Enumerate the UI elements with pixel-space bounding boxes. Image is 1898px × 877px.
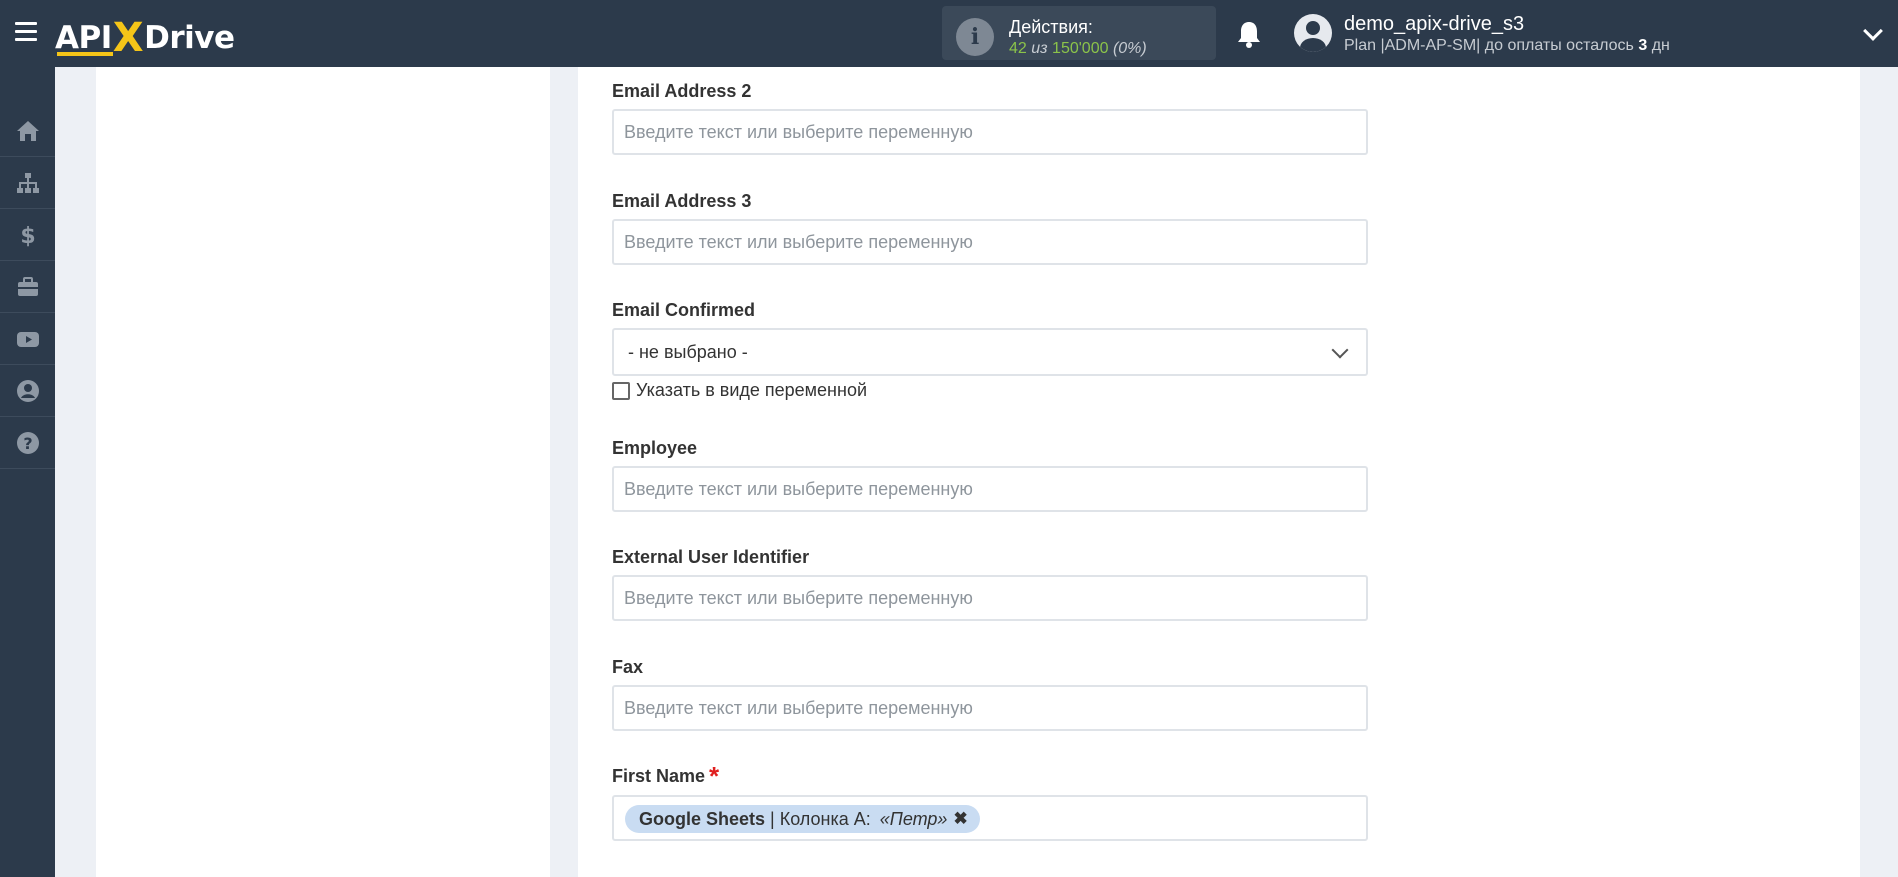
actions-count: 42 из 150'000 (0%) [1009, 40, 1147, 58]
select-value: - не выбрано - [628, 342, 748, 362]
external-user-identifier-input[interactable] [612, 575, 1368, 621]
actions-of: из [1031, 40, 1048, 57]
email-address-2-input[interactable] [612, 109, 1368, 155]
tag-value: «Петр» [879, 808, 948, 829]
apix-drive-logo[interactable]: API X Drive [55, 12, 235, 61]
actions-percent: (0%) [1112, 40, 1147, 57]
sidebar-item-services[interactable] [0, 261, 55, 313]
first-name-input[interactable]: Google Sheets | Колонка A: «Петр» ✖ [612, 795, 1368, 841]
top-bar: API X Drive i Действия: 42 из 150'000 (0%)… [0, 0, 1898, 67]
field-employee: Employee [612, 438, 1372, 512]
field-label: First Name * [612, 763, 1372, 789]
user-circle-icon [16, 379, 39, 402]
actions-label: Действия: [1009, 17, 1093, 37]
sidebar-item-help[interactable]: ? [0, 417, 55, 469]
field-email-confirmed: Email Confirmed - не выбрано - Указать в… [612, 300, 1372, 400]
plan-text: Plan |ADM-AP-SM| до оплаты осталось [1344, 37, 1634, 54]
home-icon [16, 120, 39, 141]
logo-x-text: X [112, 15, 144, 61]
actions-counter[interactable]: i Действия: 42 из 150'000 (0%) [942, 6, 1216, 60]
variable-tag[interactable]: Google Sheets | Колонка A: «Петр» ✖ [625, 805, 980, 833]
field-label: External User Identifier [612, 547, 810, 567]
menu-icon[interactable] [15, 22, 37, 42]
email-address-3-input[interactable] [612, 219, 1368, 265]
user-name[interactable]: demo_apix-drive_s3 [1344, 13, 1524, 36]
sidebar-item-connections[interactable] [0, 157, 55, 209]
field-external-user-identifier: External User Identifier [612, 547, 1372, 621]
employee-input[interactable] [612, 466, 1368, 512]
field-fax: Fax [612, 657, 1372, 731]
actions-total: 150'000 [1052, 40, 1109, 57]
field-label: Fax [612, 657, 644, 677]
logo-drive-text: Drive [144, 20, 235, 56]
avatar[interactable] [1294, 14, 1332, 52]
checkbox-label: Указать в виде переменной [636, 380, 868, 400]
bell-icon[interactable] [1236, 20, 1262, 48]
field-first-name: First Name * Google Sheets | Колонка A: «… [612, 763, 1372, 841]
variable-checkbox[interactable] [612, 381, 630, 400]
plan-days: 3 [1638, 37, 1648, 54]
info-icon: i [956, 18, 994, 56]
chevron-down-icon [1331, 341, 1349, 359]
logo-api-text: API [55, 20, 112, 56]
user-plan: Plan |ADM-AP-SM| до оплаты осталось 3 дн [1344, 37, 1670, 55]
field-label: Email Address 3 [612, 191, 752, 211]
field-label: Employee [612, 438, 698, 458]
email-confirmed-select[interactable]: - не выбрано - [612, 328, 1368, 376]
close-icon[interactable]: ✖ [953, 809, 967, 829]
sitemap-icon [16, 172, 39, 193]
fax-input[interactable] [612, 685, 1368, 731]
field-email-address-2: Email Address 2 [612, 81, 1372, 155]
briefcase-icon [17, 276, 38, 296]
tag-column: | Колонка A: [765, 808, 876, 829]
chevron-down-icon[interactable] [1863, 21, 1883, 41]
sidebar: $ ? [0, 67, 55, 877]
tag-source: Google Sheets [639, 808, 766, 829]
variable-checkbox-row[interactable]: Указать в виде переменной [612, 380, 867, 401]
logo-underline [57, 52, 113, 56]
field-label: Email Address 2 [612, 81, 752, 101]
field-email-address-3: Email Address 3 [612, 191, 1372, 265]
actions-used: 42 [1009, 40, 1027, 57]
dollar-icon: $ [20, 224, 35, 248]
field-label: Email Confirmed [612, 300, 756, 320]
sidebar-item-videos[interactable] [0, 313, 55, 365]
youtube-icon [16, 331, 39, 347]
sidebar-item-billing[interactable]: $ [0, 209, 55, 261]
question-icon: ? [16, 431, 39, 454]
sidebar-item-home[interactable] [0, 105, 55, 157]
required-marker: * [709, 761, 720, 791]
sidebar-item-profile[interactable] [0, 365, 55, 417]
plan-days-suffix: дн [1651, 37, 1670, 54]
left-panel [96, 67, 550, 877]
svg-text:$: $ [20, 224, 35, 248]
svg-text:?: ? [23, 434, 32, 453]
field-label-text: First Name [612, 766, 706, 786]
